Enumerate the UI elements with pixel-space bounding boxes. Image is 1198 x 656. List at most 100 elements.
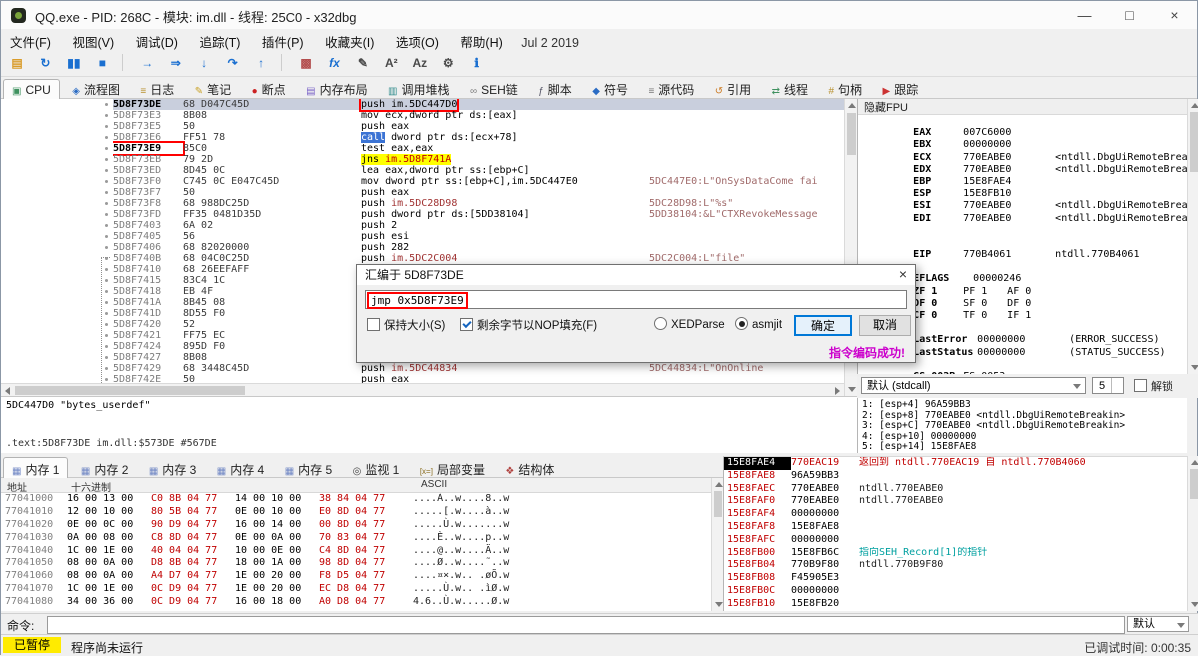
breakpoint-gutter[interactable] (1, 363, 113, 374)
disasm-address[interactable]: 5D8F73ED (113, 165, 183, 176)
scroll-left-icon[interactable] (5, 387, 10, 395)
tab-memory-map[interactable]: ▤ 内存布局 (298, 78, 375, 100)
tab-handles[interactable]: # 句柄 (820, 78, 870, 100)
disasm-address[interactable]: 5D8F741D (113, 308, 183, 319)
disasm-address[interactable]: 5D8F73DE (113, 99, 183, 110)
tab-cpu[interactable]: ▣ CPU (3, 79, 60, 100)
disasm-address[interactable]: 5D8F73E9 (111, 141, 185, 156)
dump-row[interactable]: 77041060 08 00 0A 00 A4 D7 04 77 1E 00 2… (1, 570, 711, 583)
arguments-view[interactable]: 1: [esp+4] 96A59BB3 2: [esp+8] 770EABE0 <… (857, 398, 1187, 453)
stack-row[interactable]: 15E8FAE8 96A59BB3 (724, 470, 1187, 483)
checkbox-icon[interactable] (1134, 379, 1147, 392)
step-into-icon[interactable]: ↓ (193, 53, 215, 73)
hide-fpu-button[interactable]: 隐藏FPU (864, 102, 908, 114)
tab-dump-3[interactable]: ▦ 内存 3 (141, 458, 204, 480)
disasm-address[interactable]: 5D8F73F0 (113, 176, 183, 187)
tab-dump-4[interactable]: ▦ 内存 4 (209, 458, 272, 480)
breakpoint-gutter[interactable] (1, 341, 113, 352)
register-value[interactable]: 770B4061 (963, 249, 1055, 261)
tab-script[interactable]: ƒ 脚本 (530, 78, 580, 100)
stack-row[interactable]: 15E8FB00 15E8FB6C 指向SEH_Record[1]的指针 (724, 547, 1187, 560)
breakpoint-gutter[interactable] (1, 352, 113, 363)
stack-value[interactable]: 00000000 (791, 585, 859, 598)
stack-value[interactable]: 15E8FB20 (791, 598, 859, 611)
scroll-thumb[interactable] (847, 113, 856, 155)
tab-notes[interactable]: ✎ 笔记 (187, 78, 239, 100)
disasm-row[interactable]: 5D8F740B 68 04C0C25D push im.5DC2C004 5D… (1, 253, 844, 264)
scroll-up-icon[interactable] (715, 482, 723, 487)
tab-log[interactable]: ≡ 日志 (132, 78, 182, 100)
tab-breakpoints[interactable]: ● 断点 (244, 78, 294, 100)
disasm-row[interactable]: 5D8F73E6 FF51 78 call dword ptr ds:[ecx+… (1, 132, 844, 143)
disasm-address[interactable]: 5D8F7424 (113, 341, 183, 352)
scroll-thumb[interactable] (714, 491, 722, 517)
stack-scrollbar[interactable] (1187, 456, 1198, 611)
asmjit-radio[interactable]: asmjit (735, 317, 782, 331)
stack-row[interactable]: 15E8FB04 770B9F80 ntdll.770B9F80 (724, 559, 1187, 572)
command-mode-select[interactable]: 默认 (1127, 616, 1189, 632)
disasm-address[interactable]: 5D8F7420 (113, 319, 183, 330)
stack-value[interactable]: 770EAC19 (791, 457, 859, 470)
fx-icon[interactable]: fx (323, 53, 345, 73)
xedparse-radio[interactable]: XEDParse (654, 317, 725, 331)
dump-row[interactable]: 77041050 08 00 0A 00 D8 8B 04 77 18 00 1… (1, 557, 711, 570)
argument-row[interactable]: 1: [esp+4] 96A59BB3 (862, 399, 1187, 411)
disasm-address[interactable]: 5D8F741A (113, 297, 183, 308)
register-value[interactable]: 770EABE0 (963, 200, 1055, 212)
disasm-row[interactable]: 5D8F73ED 8D45 0C lea eax,dword ptr ss:[e… (1, 165, 844, 176)
calling-convention-select[interactable]: 默认 (stdcall) (861, 377, 1086, 394)
register-value[interactable]: 15E8FB10 (963, 188, 1055, 200)
stack-view[interactable]: 15E8FAE4 770EAC19 返回到 ntdll.770EAC19 自 n… (723, 456, 1187, 611)
step-out-icon[interactable]: ↑ (250, 53, 272, 73)
breakpoint-gutter[interactable] (1, 253, 113, 264)
disasm-row[interactable]: 5D8F742E 50 push eax (1, 374, 844, 383)
stack-value[interactable]: 96A59BB3 (791, 470, 859, 483)
scroll-up-icon[interactable] (1191, 103, 1198, 108)
disasm-row[interactable]: 5D8F73E5 50 push eax (1, 121, 844, 132)
breakpoint-gutter[interactable] (1, 220, 113, 231)
checkbox-icon[interactable] (367, 318, 380, 331)
tab-graph[interactable]: ◈ 流程图 (64, 78, 128, 100)
cancel-button[interactable]: 取消 (859, 315, 911, 336)
breakpoint-gutter[interactable] (1, 308, 113, 319)
register-value[interactable]: PF 1 (963, 286, 1007, 298)
stack-value[interactable]: 00000000 (791, 534, 859, 547)
disasm-address[interactable]: 5D8F73E5 (113, 121, 183, 132)
register-value[interactable]: 00000000 (963, 139, 1055, 151)
scroll-down-icon[interactable] (848, 387, 856, 392)
tab-dump-2[interactable]: ▦ 内存 2 (73, 458, 136, 480)
breakpoint-gutter[interactable] (1, 154, 113, 165)
scroll-down-icon[interactable] (1191, 365, 1198, 370)
scroll-thumb[interactable] (15, 386, 245, 395)
arg-depth-stepper[interactable]: 5 (1092, 377, 1124, 394)
stack-value[interactable]: F45905E3 (791, 572, 859, 585)
pencil-icon[interactable]: ✎ (352, 53, 374, 73)
disasm-row[interactable]: 5D8F73F8 68 988DC25D push im.5DC28D98 5D… (1, 198, 844, 209)
disasm-address[interactable]: 5D8F7410 (113, 264, 183, 275)
dump-row[interactable]: 77041010 12 00 10 00 80 5B 04 77 0E 00 1… (1, 506, 711, 519)
disasm-address[interactable]: 5D8F7429 (113, 363, 183, 374)
pause-icon[interactable]: ▮▮ (63, 53, 85, 73)
stack-value[interactable]: 770EABE0 (791, 495, 859, 508)
register-value[interactable]: 00000000 (977, 334, 1069, 346)
register-value[interactable]: 00000246 (973, 273, 1065, 285)
scroll-thumb[interactable] (1190, 112, 1198, 172)
tab-call-stack[interactable]: ▥ 调用堆栈 (380, 78, 457, 100)
stop-icon[interactable]: ■ (91, 53, 113, 73)
tab-threads[interactable]: ⇄ 线程 (764, 78, 816, 100)
stack-row[interactable]: 15E8FAF8 15E8FAE8 (724, 521, 1187, 534)
menu-trace[interactable]: 追踪(T) (190, 29, 249, 51)
argument-row[interactable]: 5: [esp+14] 15E8FAE8 (862, 442, 1187, 453)
breakpoint-gutter[interactable] (1, 187, 113, 198)
checkbox-checked-icon[interactable] (460, 318, 473, 331)
disasm-address[interactable]: 5D8F73EB (113, 154, 183, 165)
menu-debug[interactable]: 调试(D) (127, 29, 187, 51)
tab-source[interactable]: ≡ 源代码 (640, 78, 702, 100)
breakpoint-gutter[interactable] (1, 264, 113, 275)
settings-gear-icon[interactable]: ⚙ (437, 53, 459, 73)
disasm-address[interactable]: 5D8F7405 (113, 231, 183, 242)
stepper-arrows-icon[interactable] (1111, 378, 1123, 393)
disasm-row[interactable]: 5D8F7429 68 3448C45D push im.5DC44834 5D… (1, 363, 844, 374)
stack-value[interactable]: 770EABE0 (791, 483, 859, 496)
dump-row[interactable]: 77041020 0E 00 0C 00 90 D9 04 77 16 00 1… (1, 519, 711, 532)
